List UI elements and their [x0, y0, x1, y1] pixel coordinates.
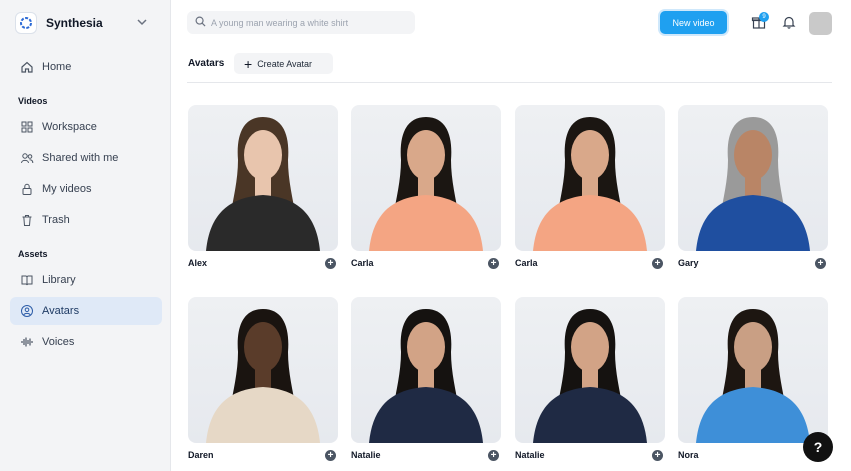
avatar-card[interactable]: Natalie + [351, 297, 501, 461]
bell-icon[interactable] [782, 15, 796, 29]
sidebar-item-avatars[interactable]: Avatars [10, 297, 162, 325]
sidebar-item-label: Shared with me [42, 152, 119, 164]
sidebar-item-label: Avatars [42, 305, 80, 317]
user-avatar[interactable] [809, 12, 832, 35]
search-icon [195, 14, 206, 32]
sidebar-item-my-videos[interactable]: My videos [10, 175, 162, 203]
library-icon [20, 273, 34, 287]
add-avatar-icon[interactable]: + [488, 258, 499, 269]
main-content: New video 9 Avatars + Create Avatar Alex… [171, 0, 851, 471]
avatar-name: Alex [188, 258, 208, 268]
sidebar-item-label: Library [42, 274, 76, 286]
add-avatar-icon[interactable]: + [325, 258, 336, 269]
page-title: Avatars [188, 58, 225, 69]
search-bar[interactable] [187, 11, 415, 34]
section-title-assets: Assets [18, 249, 48, 259]
search-input[interactable] [211, 17, 401, 28]
avatar-thumbnail[interactable] [351, 297, 501, 443]
avatar-card[interactable]: Daren + [188, 297, 338, 461]
avatar-name: Natalie [515, 450, 545, 460]
sidebar: Synthesia Home Videos Workspace Shared w… [0, 0, 171, 471]
sidebar-item-trash[interactable]: Trash [10, 206, 162, 234]
plus-icon: + [244, 55, 253, 72]
sidebar-item-label: Trash [42, 214, 70, 226]
waveform-icon [20, 335, 34, 349]
avatar-name: Natalie [351, 450, 381, 460]
lock-icon [20, 182, 34, 196]
avatar-card[interactable]: Natalie + [515, 297, 665, 461]
synthesia-logo-icon [15, 12, 37, 34]
sidebar-item-label: Home [42, 61, 72, 73]
avatar-thumbnail[interactable] [515, 297, 665, 443]
help-button[interactable]: ? [803, 432, 833, 462]
sidebar-item-home[interactable]: Home [10, 53, 162, 81]
avatar-card[interactable]: Gary + [678, 105, 828, 269]
avatar-icon [20, 304, 34, 318]
sidebar-item-workspace[interactable]: Workspace [10, 113, 162, 141]
avatar-name: Gary [678, 258, 699, 268]
trash-icon [20, 213, 34, 227]
avatar-name: Nora [678, 450, 699, 460]
home-icon [20, 60, 34, 74]
notification-badge: 9 [759, 12, 769, 22]
avatar-name: Carla [351, 258, 374, 268]
workspace-switcher[interactable]: Synthesia [15, 11, 155, 35]
new-video-button[interactable]: New video [660, 11, 727, 34]
avatar-thumbnail[interactable] [351, 105, 501, 251]
sidebar-item-library[interactable]: Library [10, 266, 162, 294]
add-avatar-icon[interactable]: + [325, 450, 336, 461]
sidebar-item-voices[interactable]: Voices [10, 328, 162, 356]
workspace-name: Synthesia [46, 16, 103, 30]
grid-icon [20, 120, 34, 134]
avatar-thumbnail[interactable] [188, 105, 338, 251]
add-avatar-icon[interactable]: + [488, 450, 499, 461]
create-avatar-label: Create Avatar [257, 58, 313, 69]
sidebar-item-label: My videos [42, 183, 92, 195]
avatar-thumbnail[interactable] [515, 105, 665, 251]
add-avatar-icon[interactable]: + [652, 258, 663, 269]
sidebar-item-label: Voices [42, 336, 75, 348]
sidebar-item-shared-with-me[interactable]: Shared with me [10, 144, 162, 172]
avatar-thumbnail[interactable] [678, 297, 828, 443]
avatar-card[interactable]: Carla + [515, 105, 665, 269]
avatar-card[interactable]: Alex + [188, 105, 338, 269]
add-avatar-icon[interactable]: + [652, 450, 663, 461]
add-avatar-icon[interactable]: + [815, 258, 826, 269]
avatar-card[interactable]: Carla + [351, 105, 501, 269]
avatar-name: Carla [515, 258, 538, 268]
page-header: Avatars + Create Avatar [187, 53, 832, 83]
avatar-thumbnail[interactable] [678, 105, 828, 251]
users-icon [20, 151, 34, 165]
avatar-thumbnail[interactable] [188, 297, 338, 443]
avatar-card[interactable]: Nora+ [678, 297, 828, 461]
section-title-videos: Videos [18, 96, 48, 106]
sidebar-item-label: Workspace [42, 121, 97, 133]
create-avatar-button[interactable]: + Create Avatar [234, 53, 333, 74]
avatar-name: Daren [188, 450, 214, 460]
chevron-down-icon[interactable] [135, 15, 149, 29]
